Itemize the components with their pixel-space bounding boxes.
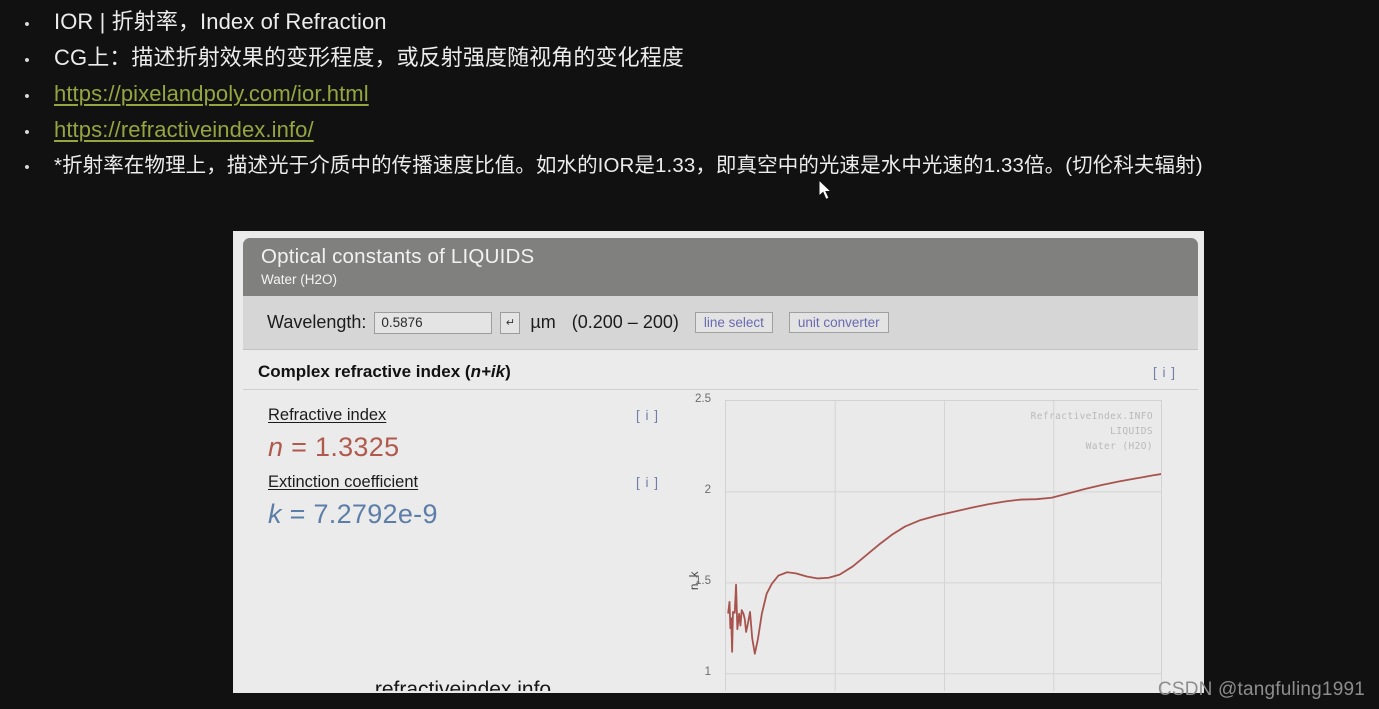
site-footer-link[interactable]: refractiveindex.info bbox=[243, 678, 683, 691]
refractive-index-equals: = bbox=[283, 432, 315, 462]
info-link-extinction-coefficient[interactable]: [ i ] bbox=[636, 475, 659, 490]
extinction-coefficient-block: Extinction coefficient [ i ] k = 7.2792e… bbox=[268, 473, 683, 530]
line-select-button[interactable]: line select bbox=[694, 312, 773, 333]
site-header: Optical constants of LIQUIDS Water (H2O) bbox=[243, 238, 1198, 296]
slide-bullet-list: • IOR | 折射率，Index of Refraction • CG上：描述… bbox=[0, 0, 1379, 184]
chart-plot-area: RefractiveIndex.INFO LIQUIDS Water (H2O) bbox=[725, 400, 1162, 691]
wavelength-input[interactable] bbox=[374, 311, 493, 334]
refractive-index-value-row: n = 1.3325 bbox=[268, 432, 683, 463]
extinction-coefficient-value: 7.2792e-9 bbox=[313, 499, 438, 529]
wavelength-enter-button[interactable]: ↵ bbox=[500, 311, 521, 334]
bullet-item-3: • https://pixelandpoly.com/ior.html bbox=[0, 76, 1379, 112]
bullet-marker-icon: • bbox=[24, 124, 30, 141]
bullet-marker-icon: • bbox=[24, 16, 30, 33]
extinction-coefficient-equals: = bbox=[281, 499, 314, 529]
link-refractiveindex[interactable]: https://refractiveindex.info/ bbox=[54, 112, 314, 148]
bullet-marker-icon: • bbox=[24, 159, 30, 176]
bullet-text-physics-note: *折射率在物理上，描述光于介质中的传播速度比值。如水的IOR是1.33，即真空中… bbox=[54, 154, 1203, 177]
chart-y-tick-label: 1.5 bbox=[695, 574, 711, 587]
complex-index-heading-close: ) bbox=[505, 362, 511, 381]
complex-index-heading-row: Complex refractive index (n+ik) [ i ] bbox=[243, 350, 1198, 390]
complex-index-heading-plain: Complex refractive index ( bbox=[258, 362, 471, 381]
info-link-complex-index[interactable]: [ i ] bbox=[1153, 365, 1176, 380]
refractive-index-label-row: Refractive index [ i ] bbox=[268, 406, 683, 425]
chart-y-tick-label: 2 bbox=[704, 483, 711, 496]
site-panel-inner: Optical constants of LIQUIDS Water (H2O)… bbox=[243, 238, 1198, 691]
chart-y-tick-label: 2.5 bbox=[695, 393, 711, 405]
chart-watermark-line-2: LIQUIDS bbox=[1110, 426, 1153, 437]
bullet-text-ior: IOR | 折射率，Index of Refraction bbox=[54, 9, 387, 34]
bullet-marker-icon: • bbox=[24, 88, 30, 105]
chart-watermark-line-1: RefractiveIndex.INFO bbox=[1030, 411, 1153, 422]
chart-series-line bbox=[727, 473, 1161, 655]
refractive-index-chart: n, k 2.5 2 1.5 1 RefractiveIndex.INFO LIQUI… bbox=[683, 393, 1162, 691]
chart-column: n, k 2.5 2 1.5 1 RefractiveIndex.INFO LIQUI… bbox=[683, 390, 1198, 691]
site-title: Optical constants of LIQUIDS bbox=[261, 245, 535, 268]
bullet-marker-icon: • bbox=[24, 52, 30, 69]
values-column: Refractive index [ i ] n = 1.3325 Extinc… bbox=[243, 390, 683, 691]
body-columns: Refractive index [ i ] n = 1.3325 Extinc… bbox=[243, 390, 1198, 691]
bullet-item-5: • *折射率在物理上，描述光于介质中的传播速度比值。如水的IOR是1.33，即真… bbox=[0, 148, 1379, 184]
wavelength-range: (0.200 – 200) bbox=[571, 312, 679, 332]
info-link-refractive-index[interactable]: [ i ] bbox=[636, 408, 659, 423]
site-body: Complex refractive index (n+ik) [ i ] Re… bbox=[243, 350, 1198, 691]
chart-watermark: RefractiveIndex.INFO LIQUIDS Water (H2O) bbox=[1031, 409, 1153, 454]
refractive-index-label[interactable]: Refractive index bbox=[268, 406, 386, 425]
bullet-item-1: • IOR | 折射率，Index of Refraction bbox=[0, 4, 1379, 40]
unit-converter-button[interactable]: unit converter bbox=[788, 312, 889, 333]
embedded-website-screenshot: Optical constants of LIQUIDS Water (H2O)… bbox=[233, 231, 1204, 693]
complex-index-heading-formula: n+ik bbox=[470, 362, 506, 381]
extinction-coefficient-symbol: k bbox=[268, 499, 282, 529]
complex-index-heading: Complex refractive index (n+ik) bbox=[258, 362, 511, 382]
chart-watermark-line-3: Water (H2O) bbox=[1085, 441, 1153, 452]
wavelength-label: Wavelength: bbox=[267, 312, 367, 332]
extinction-coefficient-label-row: Extinction coefficient [ i ] bbox=[268, 473, 683, 492]
link-pixelandpoly[interactable]: https://pixelandpoly.com/ior.html bbox=[54, 76, 369, 112]
csdn-watermark: CSDN @tangfuling1991 bbox=[1157, 679, 1365, 700]
bullet-text-cg-description: CG上：描述折射效果的变形程度，或反射强度随视角的变化程度 bbox=[54, 45, 684, 70]
refractive-index-value: 1.3325 bbox=[315, 432, 400, 462]
refractive-index-block: Refractive index [ i ] n = 1.3325 bbox=[268, 406, 683, 463]
site-subtitle-material: Water (H2O) bbox=[261, 272, 338, 287]
bullet-item-2: • CG上：描述折射效果的变形程度，或反射强度随视角的变化程度 bbox=[0, 40, 1379, 76]
extinction-coefficient-value-row: k = 7.2792e-9 bbox=[268, 499, 683, 530]
extinction-coefficient-label[interactable]: Extinction coefficient bbox=[268, 473, 418, 492]
bullet-item-4: • https://refractiveindex.info/ bbox=[0, 112, 1379, 148]
wavelength-toolbar: Wavelength: ↵ µm (0.200 – 200) line sele… bbox=[243, 296, 1198, 350]
refractive-index-symbol: n bbox=[268, 432, 284, 462]
wavelength-unit: µm bbox=[530, 312, 556, 332]
chart-y-tick-label: 1 bbox=[704, 665, 711, 678]
